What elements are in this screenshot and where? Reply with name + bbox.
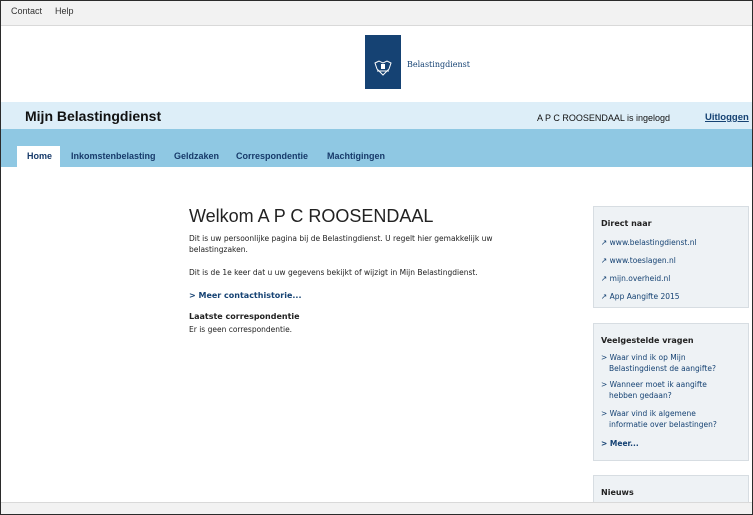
link-belastingdienst[interactable]: ↗ www.belastingdienst.nl: [601, 237, 697, 248]
faq-q2-l2: hebben gedaan?: [609, 391, 672, 400]
last-correspondence-text: Er is geen correspondentie.: [189, 325, 293, 334]
link-app-aangifte-label: App Aangifte 2015: [609, 292, 680, 301]
nav-tab-inkomstenbelasting[interactable]: Inkomstenbelasting: [71, 151, 156, 161]
faq-q2-l1: Wanneer moet ik aangifte: [609, 380, 707, 389]
link-mijn-overheid-label: mijn.overheid.nl: [609, 274, 671, 283]
link-mijn-overheid[interactable]: ↗ mijn.overheid.nl: [601, 273, 670, 284]
faq-question-2[interactable]: > Wanneer moet ik aangifte hebben gedaan…: [601, 379, 741, 401]
nav-tab-machtigingen[interactable]: Machtigingen: [327, 151, 385, 161]
chevron-right-icon: >: [601, 353, 610, 362]
faq-question-2-line-1: > Wanneer moet ik aangifte: [601, 379, 741, 390]
intro-line-2: belastingzaken.: [189, 245, 248, 254]
intro-line-1: Dit is uw persoonlijke pagina bij de Bel…: [189, 234, 493, 243]
nav-tab-geldzaken[interactable]: Geldzaken: [174, 151, 219, 161]
site-title: Mijn Belastingdienst: [25, 108, 162, 124]
logo-block: [365, 35, 401, 89]
help-link[interactable]: Help: [55, 6, 74, 16]
direct-title: Direct naar: [601, 219, 652, 228]
nav-tab-home[interactable]: Home: [17, 146, 60, 167]
faq-more-link[interactable]: > Meer...: [601, 438, 639, 449]
logout-link[interactable]: Uitloggen: [705, 112, 749, 123]
visit-text: Dit is de 1e keer dat u uw gegevens beki…: [189, 268, 478, 277]
main-nav: [1, 129, 752, 167]
nav-tab-correspondentie[interactable]: Correspondentie: [236, 151, 308, 161]
welcome-heading: Welkom A P C ROOSENDAAL: [189, 206, 434, 226]
faq-q1-l2: Belastingdienst de aangifte?: [609, 364, 716, 373]
last-correspondence-title: Laatste correspondentie: [189, 312, 300, 321]
contact-link[interactable]: Contact: [11, 6, 42, 16]
faq-more-label: Meer...: [609, 439, 639, 448]
faq-question-1-line-1: > Waar vind ik op Mijn: [601, 352, 741, 363]
faq-q3-l2: informatie over belastingen?: [609, 420, 717, 429]
external-link-icon: ↗: [601, 238, 610, 247]
external-link-icon: ↗: [601, 274, 610, 283]
chevron-right-icon: >: [601, 439, 610, 448]
faq-q1-l1: Waar vind ik op Mijn: [609, 353, 686, 362]
link-belastingdienst-label: www.belastingdienst.nl: [609, 238, 697, 247]
faq-question-3[interactable]: > Waar vind ik algemene informatie over …: [601, 408, 741, 430]
faq-box: Veelgestelde vragen > Waar vind ik op Mi…: [593, 323, 749, 461]
faq-title: Veelgestelde vragen: [601, 336, 694, 345]
direct-links-box: Direct naar ↗ www.belastingdienst.nl ↗ w…: [593, 206, 749, 308]
login-status: A P C ROOSENDAAL is ingelogd: [537, 113, 671, 123]
link-toeslagen[interactable]: ↗ www.toeslagen.nl: [601, 255, 676, 266]
crest-icon: [373, 59, 393, 77]
chevron-right-icon: >: [601, 380, 610, 389]
chevron-right-icon: >: [601, 409, 610, 418]
browser-frame: Contact Help Belastingdienst Mijn Belast…: [0, 0, 753, 515]
faq-question-1[interactable]: > Waar vind ik op Mijn Belastingdienst d…: [601, 352, 741, 374]
more-contact-link[interactable]: > Meer contacthistorie...: [189, 291, 302, 300]
faq-q3-l1: Waar vind ik algemene: [609, 409, 696, 418]
news-title: Nieuws: [601, 488, 634, 497]
link-app-aangifte[interactable]: ↗ App Aangifte 2015: [601, 291, 680, 302]
footer-bar: [1, 502, 752, 514]
logo-text: Belastingdienst: [407, 60, 470, 69]
external-link-icon: ↗: [601, 292, 610, 301]
link-toeslagen-label: www.toeslagen.nl: [609, 256, 676, 265]
external-link-icon: ↗: [601, 256, 610, 265]
faq-question-3-line-1: > Waar vind ik algemene: [601, 408, 741, 419]
nav-tab-home-label: Home: [27, 151, 53, 161]
top-utility-bar: Contact Help: [1, 1, 752, 26]
